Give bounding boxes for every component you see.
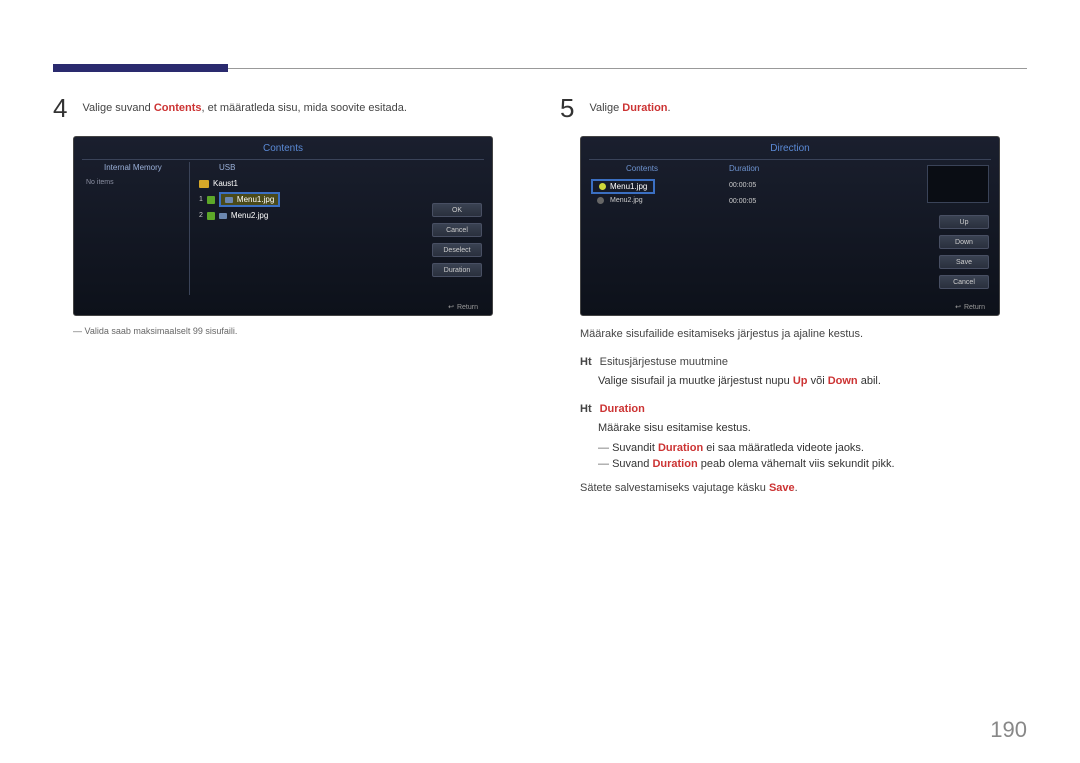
ss-folder-row[interactable]: Kaust1: [199, 179, 238, 188]
right-desc-2: Sätete salvestamiseks vajutage käsku Sav…: [580, 480, 1027, 498]
sub2-note1: Suvandit Duration ei saa määratleda vide…: [598, 442, 1027, 454]
dir-item-1[interactable]: Menu1.jpg: [591, 179, 655, 194]
return-icon: [955, 303, 961, 311]
dir-item1-name: Menu1.jpg: [610, 182, 647, 191]
right-column: 5 Valige Duration. Direction Contents Du…: [560, 95, 1027, 498]
ss-h-divider: [589, 159, 991, 160]
step-number-4: 4: [53, 95, 67, 121]
folder-label: Kaust1: [213, 179, 238, 188]
ss-button-group: OK Cancel Deselect Duration: [432, 203, 482, 277]
up-button[interactable]: Up: [939, 215, 989, 229]
sub1-tag: Ht: [580, 354, 592, 372]
item1-num: 1: [199, 196, 203, 203]
save-button[interactable]: Save: [939, 255, 989, 269]
cancel-button[interactable]: Cancel: [939, 275, 989, 289]
sub1-up: Up: [793, 375, 808, 387]
ss-title: Contents: [263, 143, 303, 154]
item2-name: Menu2.jpg: [231, 211, 268, 220]
image-icon: [219, 213, 227, 219]
sub2-note2-b: peab olema vähemalt viis sekundit pikk.: [698, 458, 895, 470]
sub1-down: Down: [828, 375, 858, 387]
sub1-b: abil.: [858, 375, 881, 387]
ok-button[interactable]: OK: [432, 203, 482, 217]
header-accent-bar: [53, 64, 228, 72]
ss-v-divider: [189, 162, 190, 295]
ss-h-divider: [82, 159, 484, 160]
return-footer[interactable]: Return: [448, 303, 478, 311]
ss-item-1[interactable]: 1 Menu1.jpg: [199, 192, 280, 207]
folder-icon: [199, 180, 209, 188]
right-desc-1: Määrake sisufailide esitamiseks järjestu…: [580, 326, 1027, 344]
ss-button-group-dir: Up Down Save Cancel: [939, 215, 989, 289]
sub2-note1-b: ei saa määratleda videote jaoks.: [703, 442, 864, 454]
dir-item-1-selected: Menu1.jpg: [591, 179, 655, 194]
return-label: Return: [457, 304, 478, 311]
ss-no-items: No items: [86, 179, 114, 186]
dir-item2-name: Menu2.jpg: [610, 197, 643, 204]
sub1-line: Valige sisufail ja muutke järjestust nup…: [598, 373, 1027, 391]
sub2-note1-hl: Duration: [658, 442, 703, 454]
step-4-row: 4 Valige suvand Contents, et määratleda …: [53, 95, 520, 121]
down-button[interactable]: Down: [939, 235, 989, 249]
duration-button[interactable]: Duration: [432, 263, 482, 277]
check-icon: [207, 196, 215, 204]
ss-title-direction: Direction: [770, 143, 809, 154]
sub2-note2-a: Suvand: [612, 458, 652, 470]
sub1-mid: või: [808, 375, 828, 387]
ss-col-contents: Contents: [626, 164, 658, 173]
sub2-note2-hl: Duration: [652, 458, 697, 470]
dir-item-2[interactable]: Menu2.jpg: [597, 197, 643, 204]
ss-col-duration: Duration: [729, 164, 759, 173]
step-5-text-before: Valige: [589, 102, 622, 114]
step-5-text-hl: Duration: [622, 102, 667, 114]
sub1-title: Esitusjärjestuse muutmine: [600, 354, 728, 372]
preview-box: [927, 165, 989, 203]
sub2-note1-a: Suvandit: [612, 442, 658, 454]
sub2-note2: Suvand Duration peab olema vähemalt viis…: [598, 458, 1027, 470]
step-5-text: Valige Duration.: [589, 95, 670, 116]
content-columns: 4 Valige suvand Contents, et määratleda …: [53, 95, 1027, 498]
step-5-text-after: .: [668, 102, 671, 114]
sub2-desc: Määrake sisu esitamise kestus.: [598, 420, 1027, 438]
desc2-a: Sätete salvestamiseks vajutage käsku: [580, 482, 769, 494]
step-4-text-after: , et määratleda sisu, mida soovite esita…: [202, 102, 407, 114]
item1-selected: Menu1.jpg: [219, 192, 280, 207]
return-icon: [448, 303, 454, 311]
ss-col-internal: Internal Memory: [104, 163, 162, 172]
item1-name: Menu1.jpg: [237, 195, 274, 204]
sub1-row: Ht Esitusjärjestuse muutmine: [580, 354, 1027, 372]
check-icon: [207, 212, 215, 220]
page-number: 190: [990, 717, 1027, 743]
radio-icon: [597, 197, 604, 204]
ss-item-2[interactable]: 2 Menu2.jpg: [199, 211, 268, 220]
sub2-tag: Ht: [580, 401, 592, 419]
step-5-row: 5 Valige Duration.: [560, 95, 1027, 121]
item2-num: 2: [199, 212, 203, 219]
radio-selected-icon: [599, 183, 606, 190]
step-4-text: Valige suvand Contents, et määratleda si…: [82, 95, 406, 116]
dir-dur-2: 00:00:05: [729, 198, 756, 205]
dir-dur-1: 00:00:05: [729, 182, 756, 189]
direction-screenshot: Direction Contents Duration Menu1.jpg 00…: [580, 136, 1000, 316]
ss-col-usb: USB: [219, 163, 235, 172]
return-label-dir: Return: [964, 304, 985, 311]
sub1-a: Valige sisufail ja muutke järjestust nup…: [598, 375, 793, 387]
step-number-5: 5: [560, 95, 574, 121]
desc2-hl: Save: [769, 482, 795, 494]
desc2-b: .: [795, 482, 798, 494]
left-note: Valida saab maksimaalselt 99 sisufaili.: [73, 326, 520, 336]
return-footer-dir[interactable]: Return: [955, 303, 985, 311]
left-column: 4 Valige suvand Contents, et määratleda …: [53, 95, 520, 498]
step-4-text-hl: Contents: [154, 102, 202, 114]
image-icon: [225, 197, 233, 203]
sub2-row: Ht Duration: [580, 401, 1027, 419]
cancel-button[interactable]: Cancel: [432, 223, 482, 237]
contents-screenshot: Contents Internal Memory USB No items Ka…: [73, 136, 493, 316]
step-4-text-before: Valige suvand: [82, 102, 153, 114]
deselect-button[interactable]: Deselect: [432, 243, 482, 257]
sub2-title: Duration: [600, 401, 645, 419]
